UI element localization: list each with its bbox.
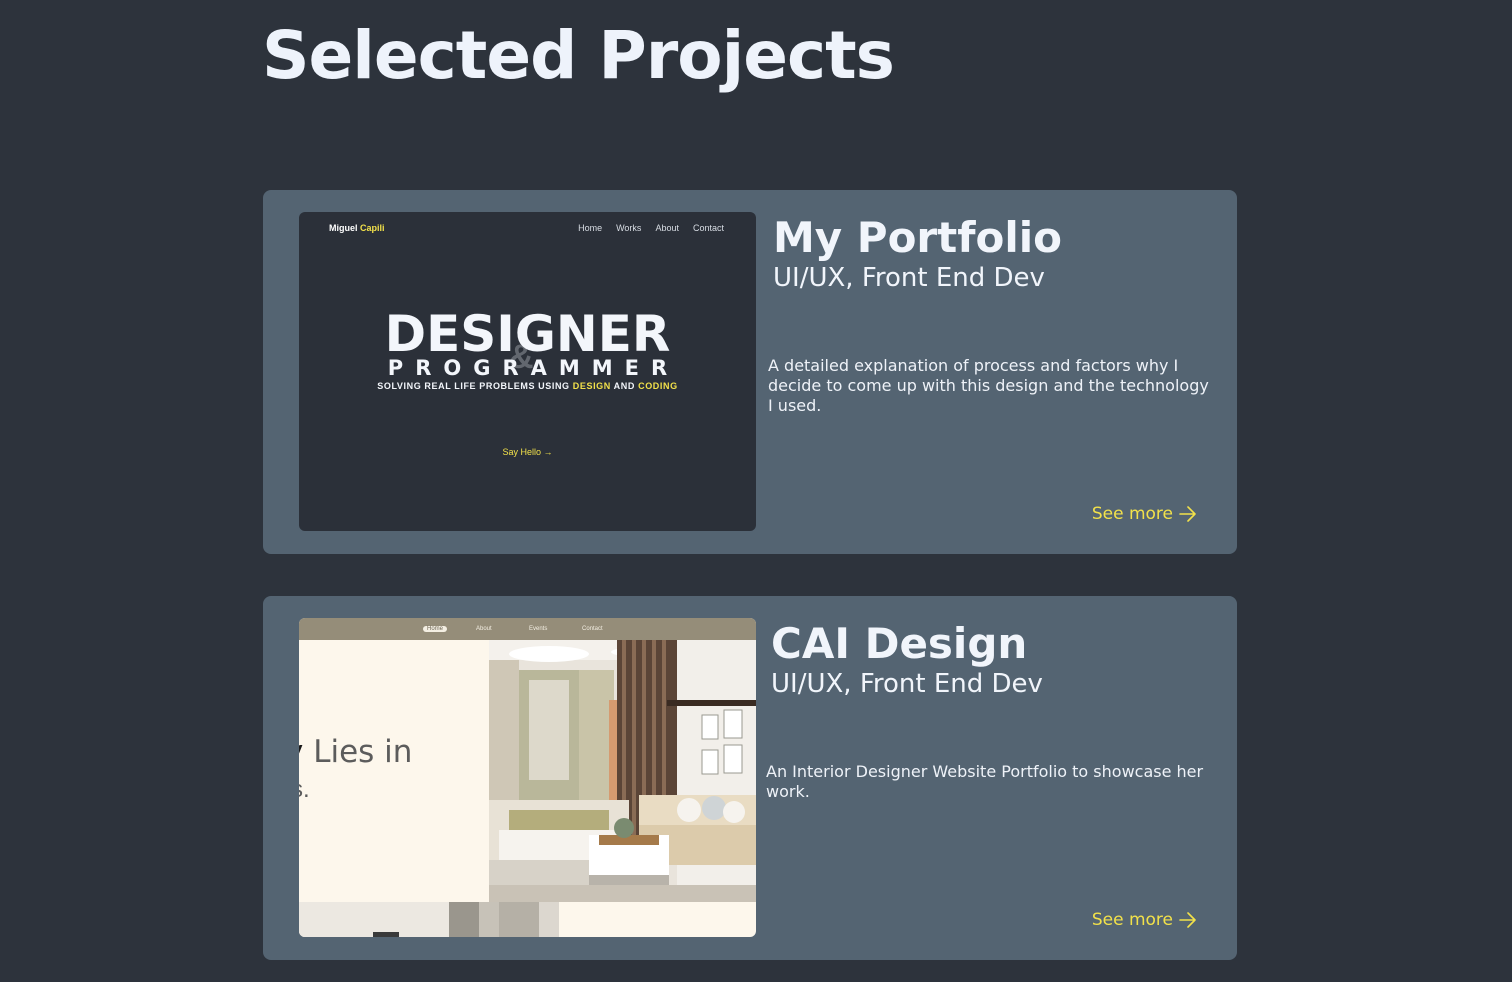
project-card-cai-design: Home About Events Contact y Lies in s. <box>263 596 1237 960</box>
preview-tagline: SOLVING REAL LIFE PROBLEMS USING DESIGN … <box>377 381 678 391</box>
preview-nav: Home Works About Contact <box>578 223 724 233</box>
section-title: Selected Projects <box>262 17 895 94</box>
preview-nav-item: Home <box>578 223 603 233</box>
preview-cta: Say Hello → <box>502 447 553 457</box>
project-thumbnail-cai-design[interactable]: Home About Events Contact y Lies in s. <box>299 618 756 937</box>
preview-hero-text-2: s. <box>299 776 310 803</box>
project-title: CAI Design <box>771 619 1028 668</box>
interior-strip-image <box>299 902 559 937</box>
preview-subheadline: PROGRAMMER <box>387 356 680 380</box>
project-thumbnail-portfolio[interactable]: Miguel Capili Home Works About Contact &… <box>299 212 756 531</box>
preview-nav-item: About <box>655 223 679 233</box>
project-subtitle: UI/UX, Front End Dev <box>771 669 1043 699</box>
projects-page: Selected Projects Miguel Capili Home Wor… <box>0 0 1512 982</box>
project-title: My Portfolio <box>773 213 1062 262</box>
project-subtitle: UI/UX, Front End Dev <box>773 263 1045 293</box>
see-more-link[interactable]: See more <box>1092 910 1197 930</box>
see-more-label: See more <box>1091 910 1173 930</box>
preview-nav-item: Works <box>616 223 642 233</box>
arrow-right-icon <box>1179 912 1196 928</box>
preview-nav: Home About Events Contact <box>423 626 635 632</box>
preview-nav-item: Events <box>529 626 548 632</box>
preview-nav-item: Home <box>423 626 447 632</box>
arrow-right-icon <box>1179 506 1196 522</box>
preview-logo: Miguel Capili <box>329 223 385 233</box>
project-card-my-portfolio: Miguel Capili Home Works About Contact &… <box>263 190 1237 554</box>
see-more-link[interactable]: See more <box>1092 504 1197 524</box>
see-more-label: See more <box>1091 504 1173 524</box>
bedroom-photo-image <box>489 640 756 902</box>
preview-headline: DESIGNER <box>384 305 671 363</box>
preview-nav-item: Contact <box>692 223 724 233</box>
preview-nav-item: Contact <box>582 626 603 632</box>
preview-nav-item: About <box>476 626 492 632</box>
project-description: An Interior Designer Website Portfolio t… <box>766 762 1204 801</box>
project-description: A detailed explanation of process and fa… <box>768 356 1209 415</box>
preview-hero-text: y Lies in <box>299 734 413 770</box>
